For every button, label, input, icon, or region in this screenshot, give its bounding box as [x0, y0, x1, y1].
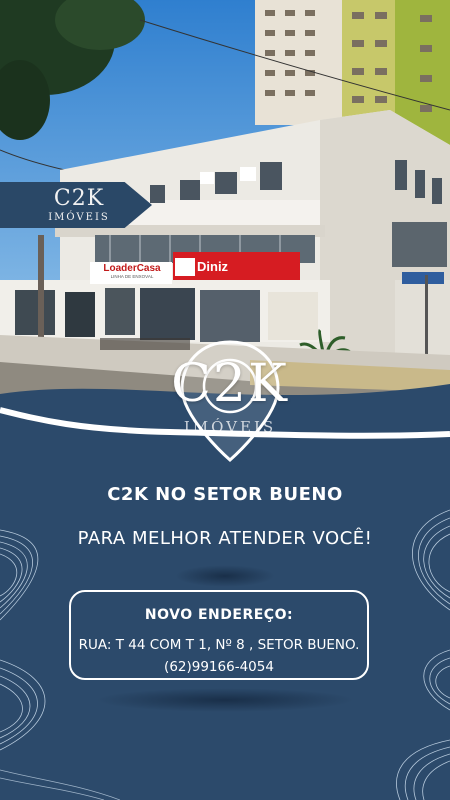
- storefront-sign-left: LoaderCasa LINHA DE ENXOVAL: [92, 263, 172, 280]
- address-text: RUA: T 44 COM T 1, Nº 8 , SETOR BUENO.: [78, 637, 360, 653]
- address-card: NOVO ENDEREÇO: RUA: T 44 COM T 1, Nº 8 ,…: [69, 590, 369, 680]
- brand-logo: C2K IMÓVEIS: [130, 340, 330, 465]
- storefront-sign-left-title: LoaderCasa: [103, 263, 161, 274]
- storefront-sign-left-sub: LINHA DE ENXOVAL: [110, 274, 154, 279]
- shadow-decoration: [175, 565, 275, 587]
- brand-logo-text: C2K: [171, 354, 289, 414]
- shadow-decoration-bottom: [95, 688, 355, 712]
- address-card-title: NOVO ENDEREÇO:: [144, 607, 294, 623]
- subheadline: PARA MELHOR ATENDER VOCÊ!: [77, 528, 373, 549]
- storefront-sign-right: Diniz: [197, 259, 229, 274]
- wave-line-decoration-right: [412, 509, 450, 611]
- wave-line-decoration-right-mid: [423, 649, 450, 711]
- wave-line-decoration-bottom: [0, 769, 120, 800]
- brand-badge: C2K IMÓVEIS: [0, 182, 152, 228]
- wave-line-decoration-right-bottom: [396, 739, 450, 800]
- wave-line-decoration-left-bottom: [0, 659, 46, 751]
- headline: C2K NO SETOR BUENO: [107, 484, 343, 505]
- brand-logo-subtitle: IMÓVEIS: [183, 418, 277, 436]
- phone-number: (62)99166-4054: [164, 659, 274, 675]
